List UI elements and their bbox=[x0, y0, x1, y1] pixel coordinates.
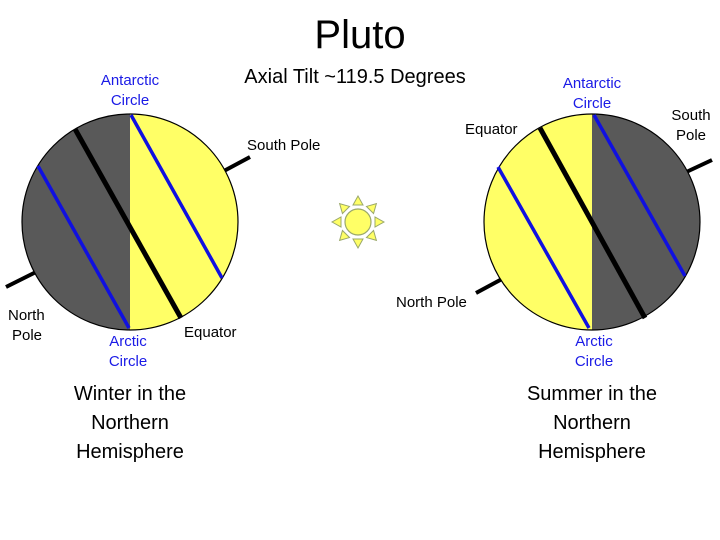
right-north-pole-label: North Pole bbox=[396, 294, 467, 311]
right-axis-north bbox=[475, 277, 503, 295]
left-south-pole-label: South Pole bbox=[247, 137, 321, 154]
left-antarctic-circle-label: Antarctic Circle bbox=[100, 72, 160, 109]
sun-icon bbox=[330, 194, 386, 250]
left-caption: Winter in the Northern Hemisphere bbox=[73, 383, 187, 463]
left-north-pole-label: North Pole bbox=[8, 307, 45, 344]
left-equator-label: Equator bbox=[184, 324, 237, 341]
left-planet bbox=[5, 113, 251, 331]
left-axis-south bbox=[221, 155, 251, 174]
right-caption: Summer in the Northern Hemisphere bbox=[526, 383, 658, 463]
right-equator-label: Equator bbox=[465, 121, 518, 138]
right-antarctic-circle-label: Antarctic Circle bbox=[562, 75, 622, 112]
right-arctic-circle-label: Arctic Circle bbox=[574, 333, 614, 370]
right-south-pole-label: South Pole bbox=[671, 107, 711, 144]
left-arctic-circle-label: Arctic Circle bbox=[108, 333, 148, 370]
